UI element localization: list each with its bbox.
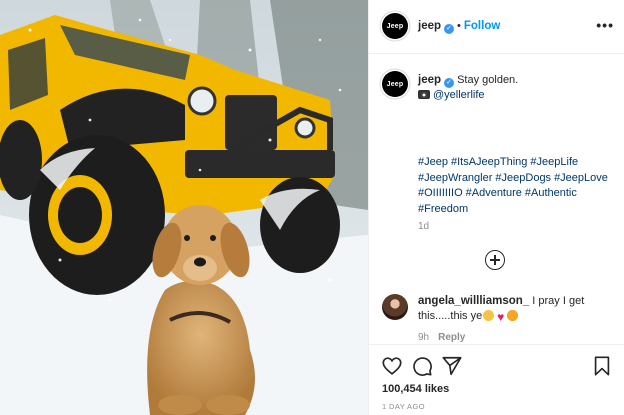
follow-button[interactable]: Follow <box>464 20 500 32</box>
verified-badge-icon: ✓ <box>444 78 455 88</box>
hashtag-link[interactable]: #JeepLife <box>530 156 578 168</box>
caption-text: Stay golden. <box>457 74 519 86</box>
separator-dot: • <box>457 20 461 32</box>
avatar-logo-text: Jeep <box>386 80 404 88</box>
comment-meta: 9h Reply <box>418 332 474 343</box>
caption-avatar-wrap: Jeep <box>382 71 408 97</box>
post-header: Jeep jeep ✓ • Follow ••• <box>369 0 624 54</box>
action-bar: 100,454 likes 1 DAY AGO <box>369 344 624 415</box>
photo-credit-link[interactable]: @yellerlife <box>433 89 485 101</box>
post-photo[interactable] <box>0 0 368 415</box>
heart-icon[interactable] <box>381 355 403 377</box>
caption-age: 1d <box>418 221 430 232</box>
header-account-line: jeep ✓ • Follow <box>418 20 500 34</box>
caption: jeep ✓ Stay golden. @yellerlife <box>418 73 614 103</box>
hashtag-link[interactable]: #Adventure <box>466 187 522 199</box>
hashtag-link[interactable]: #JeepDogs <box>495 172 551 184</box>
camera-icon <box>418 90 430 99</box>
bookmark-icon[interactable] <box>591 355 613 377</box>
red-heart-icon: ♥ <box>497 310 505 324</box>
caption-avatar[interactable]: Jeep <box>382 71 408 97</box>
header-username[interactable]: jeep <box>418 20 441 32</box>
plus-circle-icon[interactable] <box>485 250 505 270</box>
hashtag-link[interactable]: #Freedom <box>418 203 468 215</box>
more-options-icon[interactable]: ••• <box>596 17 614 33</box>
like-count[interactable]: 100,454 likes <box>382 383 449 395</box>
account-avatar[interactable]: Jeep <box>382 13 408 39</box>
comment-age: 9h <box>418 332 430 343</box>
hashtag-link[interactable]: #Authentic <box>525 187 577 199</box>
hashtag-list: #Jeep #ItsAJeepThing #JeepLife #JeepWrangl… <box>418 155 618 217</box>
commenter-username[interactable]: angela_willliamson_ <box>418 295 529 307</box>
clapping-hands-icon <box>483 310 495 321</box>
jeep-dog-photo <box>0 0 368 415</box>
comment: angela_willliamson_ I pray I get this...… <box>418 294 618 324</box>
hashtag-link[interactable]: #JeepWrangler <box>418 172 492 184</box>
instagram-post: Jeep jeep ✓ • Follow ••• Jeep jeep ✓ Stay go… <box>0 0 624 415</box>
caption-username[interactable]: jeep <box>418 74 441 86</box>
commenter-avatar[interactable] <box>382 294 408 320</box>
hashtag-link[interactable]: #OIIIIIIIO <box>418 187 463 199</box>
avatar-logo-text: Jeep <box>386 22 404 30</box>
heart-eyes-face-icon <box>507 310 519 321</box>
post-sidebar: Jeep jeep ✓ • Follow ••• Jeep jeep ✓ Stay go… <box>368 0 624 415</box>
paper-plane-icon[interactable] <box>441 355 463 377</box>
post-timestamp[interactable]: 1 DAY AGO <box>382 402 425 411</box>
verified-badge-icon: ✓ <box>444 24 455 34</box>
hashtag-link[interactable]: #Jeep <box>418 156 448 168</box>
reply-button[interactable]: Reply <box>438 332 465 343</box>
hashtag-link[interactable]: #ItsAJeepThing <box>451 156 527 168</box>
hashtag-link[interactable]: #JeepLove <box>554 172 608 184</box>
comment-bubble-icon[interactable] <box>411 355 433 377</box>
